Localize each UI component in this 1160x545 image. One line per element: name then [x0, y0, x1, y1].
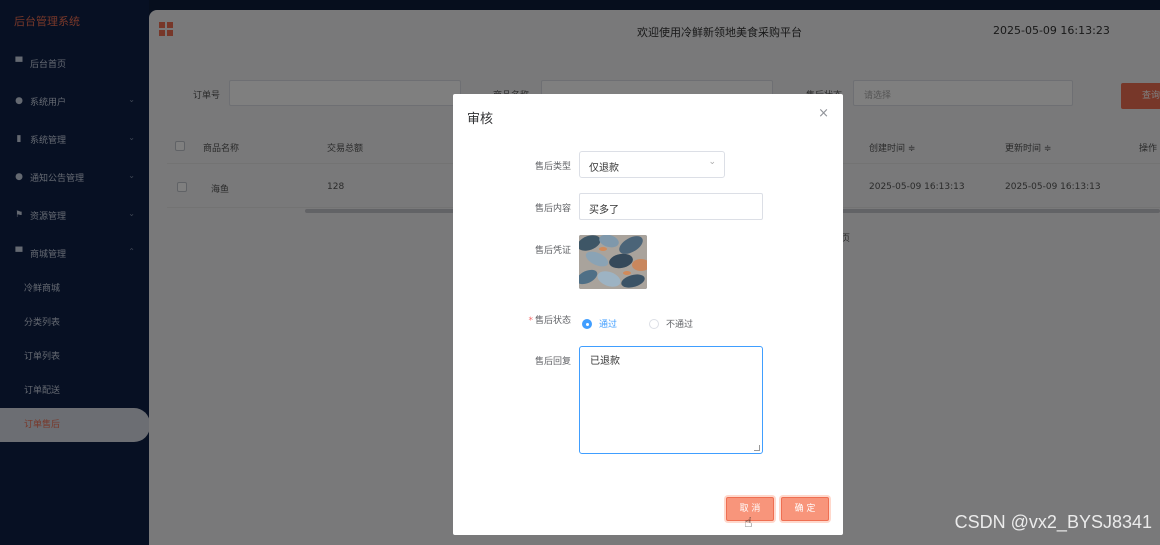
after-sale-reply-textarea[interactable]: 已退款 [579, 346, 763, 454]
content-label: 售后内容 [534, 204, 571, 214]
reply-value: 已退款 [590, 356, 620, 367]
status-radio-reject[interactable]: 不通过 [649, 317, 693, 330]
evidence-image[interactable] [579, 235, 647, 289]
confirm-button[interactable]: 确 定 [781, 497, 829, 521]
hand-cursor-icon: ☝ [744, 515, 753, 531]
evidence-label: 售后凭证 [534, 246, 571, 256]
dialog-title: 审核 [467, 112, 494, 127]
chevron-down-icon: ⌄ [708, 157, 716, 167]
after-sale-type-select[interactable]: 仅退款 ⌄ [579, 151, 725, 178]
type-label: 售后类型 [534, 162, 571, 172]
close-icon[interactable]: × [818, 106, 829, 121]
reply-label: 售后回复 [534, 357, 571, 367]
type-value: 仅退款 [589, 163, 619, 174]
radio-unselected-icon [649, 318, 659, 329]
resize-handle-icon[interactable] [754, 445, 760, 451]
watermark: CSDN @vx2_BYSJ8341 [954, 512, 1152, 532]
radio-selected-icon [582, 318, 592, 329]
status-label: * 售后状态 [528, 316, 571, 326]
after-sale-content-input[interactable]: 买多了 [579, 193, 763, 220]
status-radio-pass[interactable]: 通过 [582, 317, 617, 330]
review-dialog: 审核 × 售后类型 仅退款 ⌄ 售后内容 买多了 售后凭证 * 售后状态 通过 不… [453, 94, 843, 535]
